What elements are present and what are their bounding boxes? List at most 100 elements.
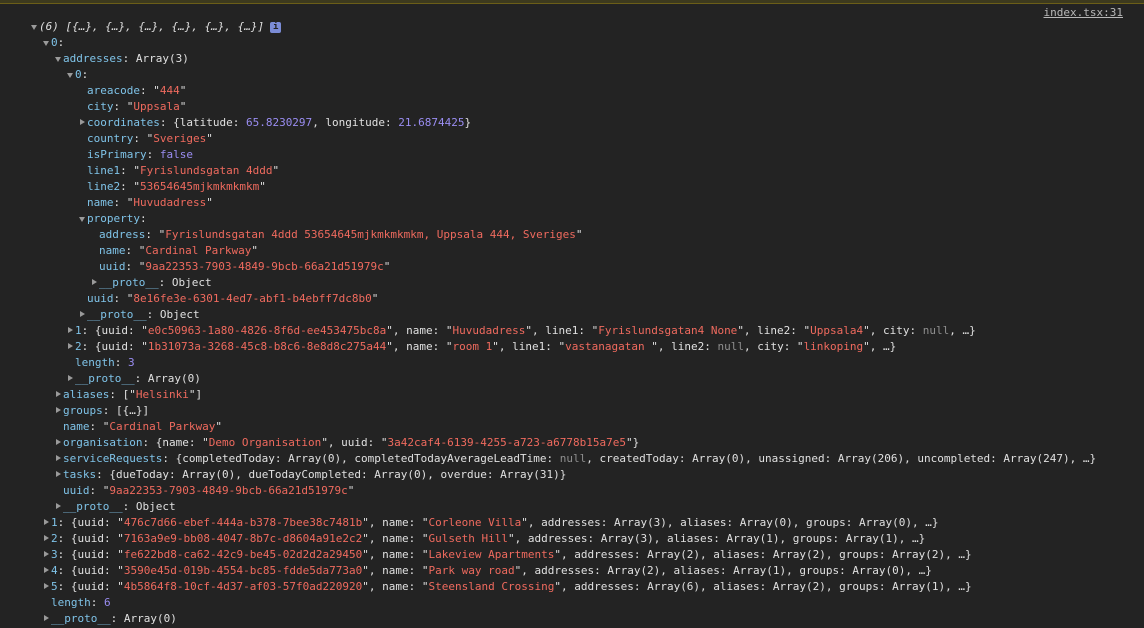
expanded-triangle-icon[interactable] (78, 211, 87, 227)
number-value: 6 (104, 596, 111, 609)
property-key: country (87, 132, 134, 145)
property-key: areacode (87, 84, 140, 97)
property-key: city (87, 100, 114, 113)
property-key: line1 (87, 164, 121, 177)
collapsed-triangle-icon[interactable] (54, 435, 63, 451)
console-tree-row[interactable]: 5: {uuid: "4b5864f8-10cf-4d37-af03-57f0a… (42, 579, 972, 595)
preview-text: " (383, 260, 391, 273)
preview-text: : [{…}] (102, 404, 150, 417)
string-value: 476c7d66-ebef-444a-b378-7bee38c7481b (123, 516, 363, 529)
console-tree-row[interactable]: (6) [{…}, {…}, {…}, {…}, {…}, {…}] i (30, 19, 282, 35)
console-tree-row[interactable]: 2: {uuid: "1b31073a-3268-45c8-b8c6-8e8d8… (66, 339, 896, 355)
info-icon[interactable]: i (270, 21, 282, 33)
collapsed-triangle-icon[interactable] (42, 563, 51, 579)
preview-text: ", line2: (651, 340, 718, 353)
preview-text: : " (113, 292, 134, 305)
console-tree-row[interactable]: addresses: Array(3) (54, 51, 189, 67)
collapsed-triangle-icon[interactable] (54, 499, 63, 515)
string-value: Uppsala4 (810, 324, 864, 337)
string-value: fe622bd8-ca62-42c9-be45-02d2d2a29450 (123, 548, 363, 561)
null-value: null (922, 324, 950, 337)
collapsed-triangle-icon[interactable] (42, 611, 51, 627)
preview-text: , city: " (743, 340, 804, 353)
string-value: Huvudadress (133, 196, 207, 209)
console-tree-row[interactable]: 3: {uuid: "fe622bd8-ca62-42c9-be45-02d2d… (42, 547, 972, 563)
collapsed-triangle-icon[interactable] (42, 547, 51, 563)
console-tree-row[interactable]: __proto__: Object (90, 275, 212, 291)
source-location-link[interactable]: index.tsx:31 (1044, 6, 1123, 19)
collapsed-triangle-icon[interactable] (78, 307, 87, 323)
string-value: 444 (159, 84, 180, 97)
console-tree-row[interactable]: __proto__: Object (78, 307, 200, 323)
string-value: e0c50963-1a80-4826-8f6d-ee453475bc8a (147, 324, 387, 337)
string-value: 3a42caf4-6139-4255-a723-a6778b15a7e5 (387, 436, 626, 449)
collapsed-triangle-icon[interactable] (54, 451, 63, 467)
console-tree-row[interactable]: __proto__: Object (54, 499, 176, 515)
expanded-triangle-icon[interactable] (42, 35, 51, 51)
collapsed-triangle-icon[interactable] (66, 371, 75, 387)
console-tree-row[interactable]: 1: {uuid: "476c7d66-ebef-444a-b378-7bee3… (42, 515, 938, 531)
collapsed-triangle-icon[interactable] (42, 531, 51, 547)
collapsed-triangle-icon[interactable] (66, 339, 75, 355)
console-tree-row[interactable]: __proto__: Array(0) (42, 611, 177, 627)
property-key: length (75, 356, 115, 369)
collapsed-triangle-icon[interactable] (54, 403, 63, 419)
collapsed-triangle-icon[interactable] (54, 387, 63, 403)
console-tree-row[interactable]: organisation: {name: "Demo Organisation"… (54, 435, 639, 451)
preview-text: : Object (158, 276, 212, 289)
console-tree-row: length: 6 (42, 595, 111, 611)
console-tree-row: uuid: "8e16fe3e-6301-4ed7-abf1-b4ebff7dc… (78, 291, 378, 307)
preview-text: : {completedToday: Array(0), completedTo… (162, 452, 560, 465)
string-value: Helsinki (135, 388, 189, 401)
collapsed-triangle-icon[interactable] (78, 115, 87, 131)
preview-text: : [" (109, 388, 136, 401)
console-tree-row[interactable]: groups: [{…}] (54, 403, 149, 419)
console-tree-row[interactable]: 0: (66, 67, 88, 83)
expanded-triangle-icon[interactable] (66, 67, 75, 83)
string-value: 9aa22353-7903-4849-9bcb-66a21d51979c (109, 484, 348, 497)
console-tree-row[interactable]: tasks: {dueToday: Array(0), dueTodayComp… (54, 467, 566, 483)
collapsed-triangle-icon[interactable] (90, 275, 99, 291)
string-value: linkoping (803, 340, 864, 353)
collapsed-triangle-icon[interactable] (42, 515, 51, 531)
preview-text: : " (125, 244, 146, 257)
string-value: 4b5864f8-10cf-4d37-af03-57f0ad220920 (123, 580, 363, 593)
console-tree-row[interactable]: serviceRequests: {completedToday: Array(… (54, 451, 1096, 467)
preview-text: : {uuid: " (57, 516, 124, 529)
property-key: name (87, 196, 114, 209)
preview-text: : Object (146, 308, 200, 321)
number-value: 21.6874425 (398, 116, 465, 129)
preview-text: " (371, 292, 379, 305)
preview-text: ", name: " (386, 324, 453, 337)
property-key: uuid (63, 484, 90, 497)
property-key: uuid (99, 260, 126, 273)
collapsed-triangle-icon[interactable] (54, 467, 63, 483)
collapsed-triangle-icon[interactable] (42, 579, 51, 595)
property-key: organisation (63, 436, 143, 449)
preview-text: : (57, 36, 65, 49)
expanded-triangle-icon[interactable] (54, 51, 63, 67)
console-tree-row[interactable]: aliases: ["Helsinki"] (54, 387, 202, 403)
expanded-triangle-icon[interactable] (30, 19, 39, 35)
preview-text: : " (113, 196, 134, 209)
console-tree-row[interactable]: 4: {uuid: "3590e45d-019b-4554-bc85-fdde5… (42, 563, 932, 579)
collapsed-triangle-icon[interactable] (66, 323, 75, 339)
console-tree-row: uuid: "9aa22353-7903-4849-9bcb-66a21d519… (90, 259, 390, 275)
console-tree-row[interactable]: 0: (42, 35, 64, 51)
console-tree-row[interactable]: 2: {uuid: "7163a9e9-bb08-4047-8b7c-d8604… (42, 531, 925, 547)
console-tree-row[interactable]: 1: {uuid: "e0c50963-1a80-4826-8f6d-ee453… (66, 323, 976, 339)
preview-text: "] (188, 388, 203, 401)
console-tree-row[interactable]: __proto__: Array(0) (66, 371, 201, 387)
console-tree-row[interactable]: property: (78, 211, 147, 227)
string-value: Steensland Crossing (428, 580, 555, 593)
preview-text: , createdToday: Array(0), unassigned: Ar… (586, 452, 1097, 465)
console-tree-row[interactable]: coordinates: {latitude: 65.8230297, long… (78, 115, 471, 131)
property-key: isPrimary (87, 148, 147, 161)
console-tree-row: country: "Sveriges" (78, 131, 213, 147)
